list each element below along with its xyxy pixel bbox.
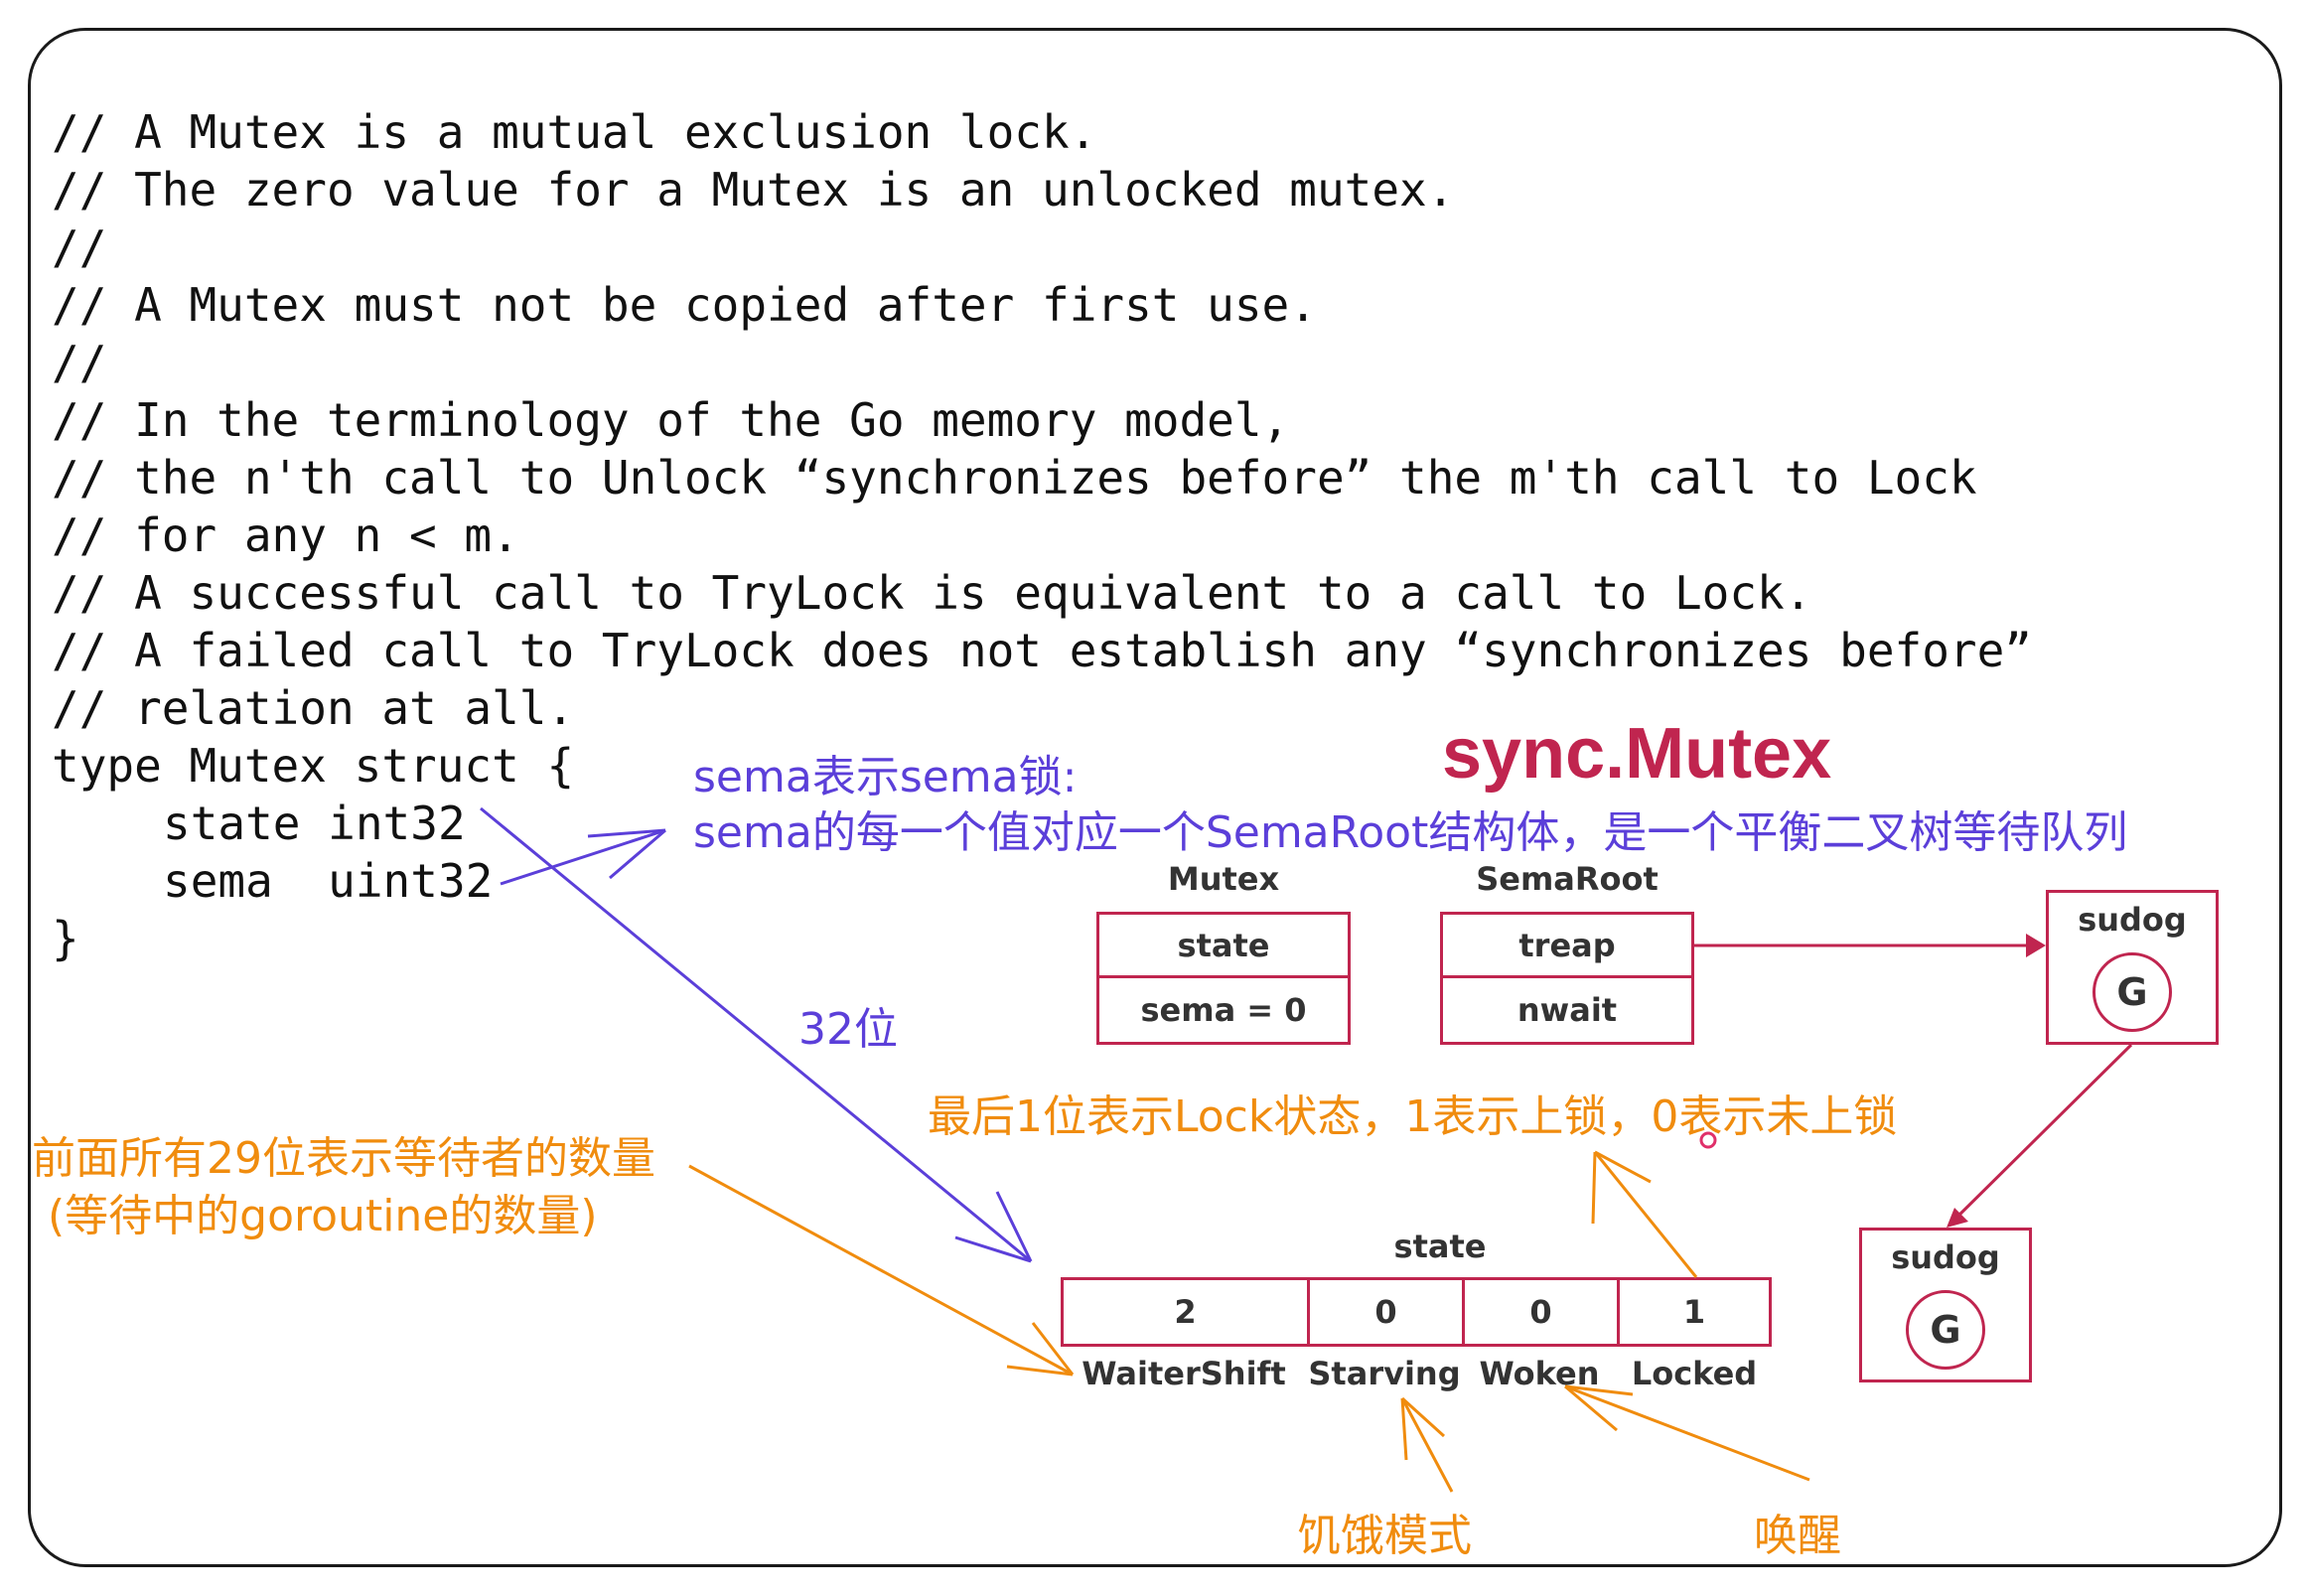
waiter-arrow [688, 1164, 1074, 1377]
sudog-link-arrow [1948, 1043, 2133, 1226]
woken-arrow [1564, 1384, 1810, 1482]
connector-arrows [480, 806, 2133, 1493]
starving-arrow [1400, 1397, 1454, 1493]
sema-to-note-arrowhead [587, 828, 666, 880]
sema-to-note-arrow [500, 828, 666, 886]
diagram-canvas: // A Mutex is a mutual exclusion lock. /… [0, 0, 2309, 1596]
cursor-dot [1699, 1131, 1717, 1149]
state-to-bits-arrow [480, 806, 1032, 1263]
lock-bit-arrow [1593, 1151, 1698, 1278]
waiter-arrowhead [1006, 1322, 1075, 1377]
lock-bit-arrowhead [1591, 1150, 1652, 1225]
treap-to-sudog-arrowhead [2026, 934, 2046, 957]
